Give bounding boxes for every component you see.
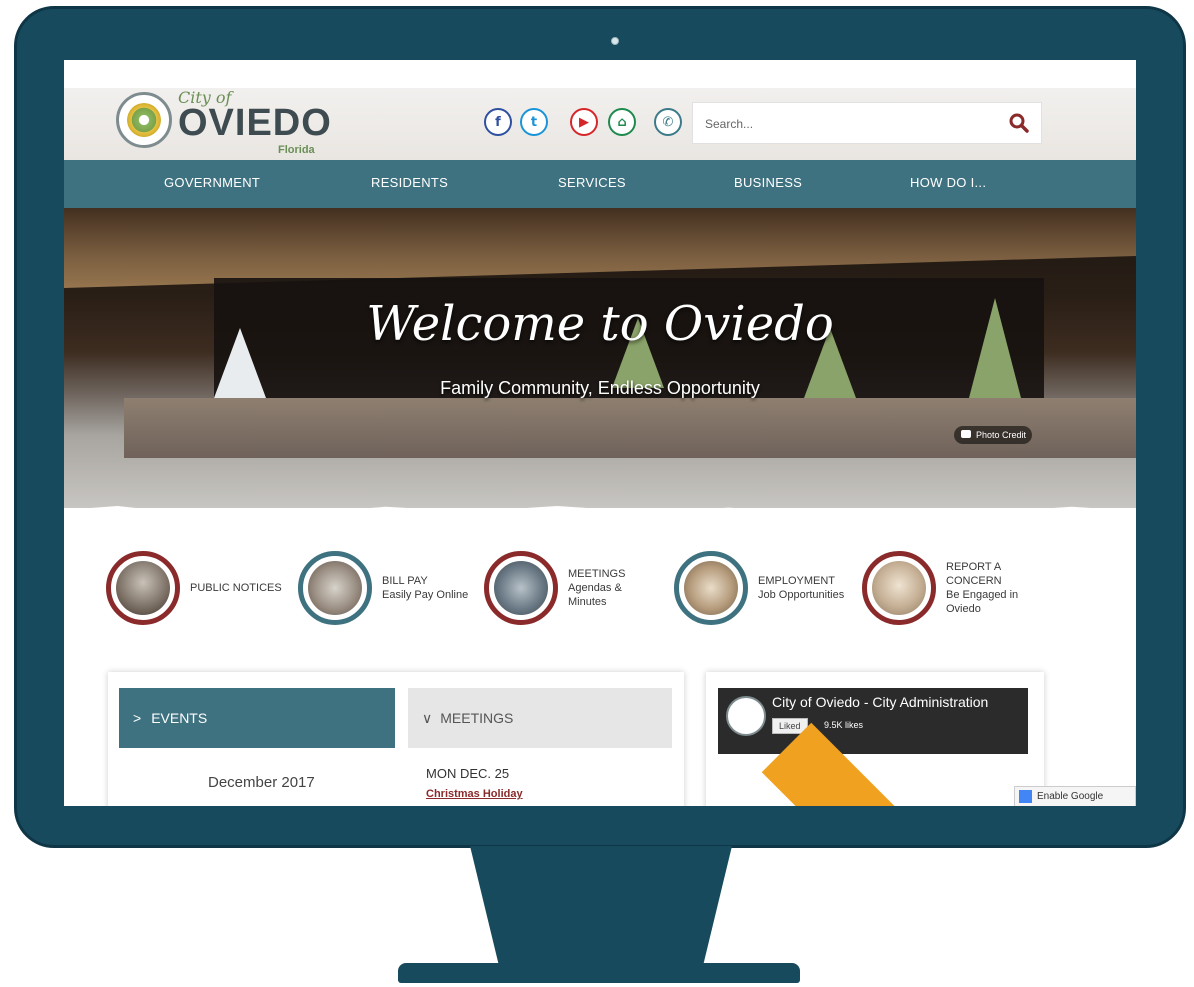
facebook-page-avatar[interactable] bbox=[726, 696, 766, 736]
phone-icon[interactable]: ✆ bbox=[654, 108, 682, 136]
camera-icon bbox=[961, 430, 971, 438]
hero-banner: Welcome to Oviedo Family Community, Endl… bbox=[64, 208, 1136, 508]
quick-link-title: BILL PAY bbox=[382, 575, 428, 587]
main-nav: GOVERNMENT RESIDENTS SERVICES BUSINESS H… bbox=[64, 160, 1136, 208]
quick-link-bill-pay[interactable]: BILL PAY Easily Pay Online bbox=[298, 548, 468, 628]
search-box bbox=[692, 102, 1042, 144]
report-concern-image bbox=[862, 551, 936, 625]
nav-business[interactable]: BUSINESS bbox=[734, 175, 802, 190]
nav-government[interactable]: GOVERNMENT bbox=[164, 175, 260, 190]
tab-events[interactable]: > EVENTS bbox=[119, 688, 395, 748]
public-notices-image bbox=[106, 551, 180, 625]
tab-events-label: EVENTS bbox=[151, 710, 208, 726]
facebook-widget: City of Oviedo - City Administration Lik… bbox=[706, 672, 1044, 806]
hero-title: Welcome to Oviedo bbox=[366, 296, 834, 352]
google-translate-button[interactable]: Enable Google Transla bbox=[1014, 786, 1136, 806]
city-seal-logo[interactable] bbox=[116, 92, 172, 148]
quick-link-public-notices[interactable]: PUBLIC NOTICES bbox=[106, 548, 282, 628]
logo-state: Florida bbox=[278, 144, 315, 156]
employment-image bbox=[674, 551, 748, 625]
facebook-page-name[interactable]: City of Oviedo - City Administration bbox=[772, 694, 988, 710]
site-header: City of OVIEDO Florida f t ▶ ⌂ ✆ bbox=[64, 88, 1136, 160]
facebook-icon[interactable]: f bbox=[484, 108, 512, 136]
facebook-like-count: 9.5K likes bbox=[824, 720, 864, 730]
search-icon[interactable] bbox=[1007, 111, 1031, 135]
meetings-image bbox=[484, 551, 558, 625]
quick-link-title: EMPLOYMENT bbox=[758, 575, 836, 587]
logo-wordmark[interactable]: OVIEDO bbox=[178, 102, 332, 145]
meeting-link[interactable]: Christmas Holiday bbox=[426, 788, 523, 800]
chevron-down-icon: ∨ bbox=[422, 710, 433, 726]
quick-link-meetings[interactable]: MEETINGS Agendas & Minutes bbox=[484, 548, 638, 628]
nav-services[interactable]: SERVICES bbox=[558, 175, 626, 190]
youtube-icon[interactable]: ▶ bbox=[570, 108, 598, 136]
quick-link-subtitle: Job Opportunities bbox=[758, 589, 845, 601]
quick-link-subtitle: Easily Pay Online bbox=[382, 589, 469, 601]
hero-pavilion-roof bbox=[64, 208, 1136, 288]
quick-link-subtitle: Be Engaged in Oviedo bbox=[946, 589, 1019, 615]
meeting-date: MON DEC. 25 bbox=[426, 766, 510, 781]
quick-link-title: REPORT A CONCERN bbox=[946, 561, 1002, 587]
twitter-icon[interactable]: t bbox=[520, 108, 548, 136]
quick-link-title: MEETINGS bbox=[568, 568, 626, 580]
tab-meetings-label: MEETINGS bbox=[440, 710, 514, 726]
quick-link-employment[interactable]: EMPLOYMENT Job Opportunities bbox=[674, 548, 844, 628]
camera-dot bbox=[611, 37, 619, 45]
search-input[interactable] bbox=[703, 113, 987, 135]
quick-link-report-concern[interactable]: REPORT A CONCERN Be Engaged in Oviedo bbox=[862, 548, 1032, 628]
calendar-month: December 2017 bbox=[208, 774, 315, 791]
google-translate-icon bbox=[1019, 790, 1032, 803]
events-meetings-panel: > EVENTS ∨ MEETINGS December 2017 MON DEC.… bbox=[108, 672, 684, 806]
photo-credit-label: Photo Credit bbox=[976, 430, 1027, 440]
nav-residents[interactable]: RESIDENTS bbox=[371, 175, 448, 190]
screen: City of OVIEDO Florida f t ▶ ⌂ ✆ GOVERNM… bbox=[64, 60, 1136, 806]
quick-link-title: PUBLIC NOTICES bbox=[190, 582, 282, 594]
google-translate-label: Enable Google Transla bbox=[1037, 791, 1104, 802]
chevron-right-icon: > bbox=[133, 710, 142, 726]
tab-meetings[interactable]: ∨ MEETINGS bbox=[408, 688, 672, 748]
bill-pay-image bbox=[298, 551, 372, 625]
facebook-cover[interactable]: City of Oviedo - City Administration Lik… bbox=[718, 688, 1028, 754]
photo-credit-button[interactable]: Photo Credit bbox=[954, 426, 1033, 444]
nav-how-do-i[interactable]: HOW DO I... bbox=[910, 175, 986, 190]
nextdoor-icon[interactable]: ⌂ bbox=[608, 108, 636, 136]
monitor-stand bbox=[470, 846, 732, 976]
monitor-base bbox=[398, 963, 800, 983]
quick-link-subtitle: Agendas & Minutes bbox=[568, 582, 622, 608]
hero-subtitle: Family Community, Endless Opportunity bbox=[440, 378, 760, 398]
